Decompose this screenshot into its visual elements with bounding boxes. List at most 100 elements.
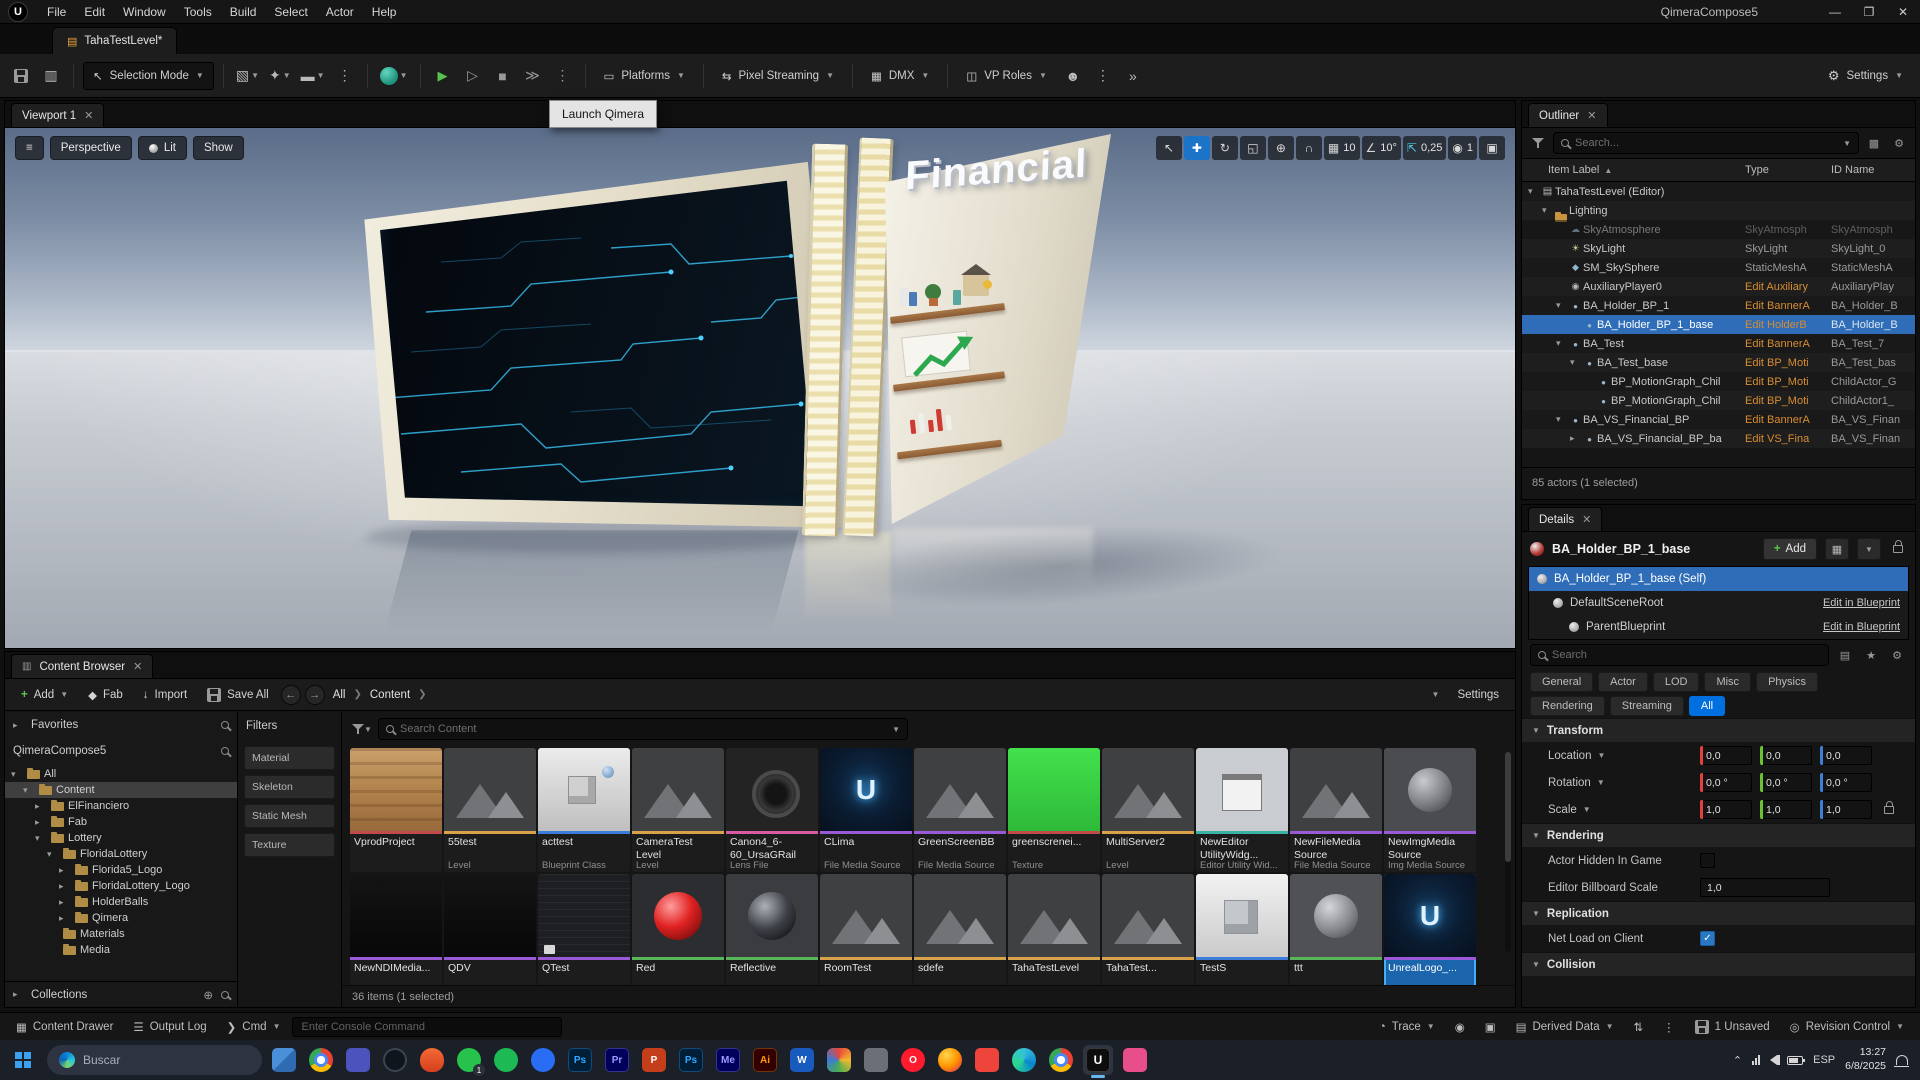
filter-chip[interactable]: Static Mesh	[244, 804, 335, 828]
spotify[interactable]	[491, 1045, 521, 1075]
clock[interactable]: 13:27 6/8/2025	[1845, 1046, 1886, 1073]
asset-tile[interactable]: QDV	[444, 874, 536, 998]
asset-tile[interactable]: NewNDIMedia...	[350, 874, 442, 998]
select-tool-button[interactable]: ↖	[1156, 136, 1182, 160]
expander-icon[interactable]: ▾	[1556, 414, 1568, 425]
show-dropdown[interactable]: Show	[193, 136, 244, 160]
row-type-link[interactable]: SkyAtmosph	[1745, 224, 1831, 236]
maximize-viewport-button[interactable]: ▣	[1479, 136, 1505, 160]
asset-tile[interactable]: TahaTestLevel	[1008, 874, 1100, 998]
asset-tile[interactable]: NewImgMedia Source Img Media Source	[1384, 748, 1476, 872]
y-value-field[interactable]: 1,0	[1760, 800, 1812, 819]
section-expander-icon[interactable]: ▼	[1532, 831, 1540, 840]
toolbar-overflow-icon[interactable]: ⋮	[332, 62, 358, 90]
asset-tile[interactable]: sdefe	[914, 874, 1006, 998]
add-component-button[interactable]: + Add	[1763, 538, 1817, 560]
camera[interactable]	[861, 1045, 891, 1075]
outliner-row[interactable]: ▾ BA_Holder_BP_1 Edit BannerA BA_Holder_…	[1522, 296, 1915, 315]
favorites-star-icon[interactable]: ★	[1861, 645, 1881, 665]
z-value-field[interactable]: 1,0	[1820, 800, 1872, 819]
folder-tree-item[interactable]: ▸ Florida5_Logo	[5, 862, 237, 878]
search-icon[interactable]	[221, 721, 229, 729]
profile-icon[interactable]: ☻	[1060, 62, 1086, 90]
asset-tile[interactable]: ttt	[1290, 874, 1382, 998]
search-icon[interactable]	[221, 747, 229, 755]
component-row[interactable]: BA_Holder_BP_1_base (Self)	[1529, 567, 1908, 591]
maximize-button[interactable]: ❐	[1852, 0, 1886, 24]
folder-tree-item[interactable]: ▾ Content	[5, 782, 237, 798]
search-icon[interactable]	[221, 991, 229, 999]
add-button[interactable]: + Add ▼	[13, 683, 76, 707]
cinematics-button[interactable]: ▬▼	[298, 62, 328, 90]
word[interactable]: W	[787, 1045, 817, 1075]
expander-icon[interactable]: ▾	[1542, 205, 1554, 216]
add-actor-button[interactable]: ▧▼	[233, 62, 262, 90]
viewport-menu-button[interactable]: ≡	[15, 136, 44, 160]
filter-chip[interactable]: Skeleton	[244, 775, 335, 799]
lock-icon[interactable]	[1893, 545, 1903, 553]
firefox[interactable]	[935, 1045, 965, 1075]
blueprint-edit-button[interactable]: ▦	[1825, 538, 1849, 560]
unreal-editor[interactable]: U	[1083, 1045, 1113, 1075]
expander-icon[interactable]: ▾	[47, 849, 59, 860]
details-list-icon[interactable]: ▤	[1835, 645, 1855, 665]
pixel-streaming-dropdown[interactable]: ⇆ Pixel Streaming ▼	[713, 62, 843, 90]
column-id-name[interactable]: ID Name	[1831, 164, 1915, 176]
scale-tool-button[interactable]: ◱	[1240, 136, 1266, 160]
asset-tile[interactable]: VprodProject	[350, 748, 442, 872]
asset-grid-scrollbar[interactable]	[1505, 752, 1511, 952]
output-log-button[interactable]: ☰ Output Log	[125, 1016, 214, 1038]
content-browser-settings-button[interactable]: Settings	[1449, 683, 1507, 707]
language-indicator[interactable]: ESP	[1813, 1054, 1835, 1066]
section-expander-icon[interactable]: ▼	[1532, 726, 1540, 735]
import-button[interactable]: ↓ Import	[135, 683, 195, 707]
asset-tile[interactable]: TestS	[1196, 874, 1288, 998]
launch-qimera-button[interactable]: ▼	[377, 62, 411, 90]
trace-dropdown[interactable]: ◔ Trace ▼	[1371, 1016, 1443, 1038]
expander-icon[interactable]: ▸	[59, 881, 71, 892]
asset-tile[interactable]: NewEditor UtilityWidg... Editor Utility …	[1196, 748, 1288, 872]
folder-tree-item[interactable]: Media	[5, 942, 237, 958]
category-tab[interactable]: General	[1530, 672, 1593, 692]
chrome[interactable]	[306, 1045, 336, 1075]
shazam[interactable]	[528, 1045, 558, 1075]
viewport-scene[interactable]: Financial ≡ Perspective	[5, 128, 1515, 648]
asset-tile[interactable]: Canon4_6-60_UrsaGRail Lens File	[726, 748, 818, 872]
row-type-link[interactable]: StaticMeshA	[1745, 262, 1831, 274]
camera-speed-button[interactable]: ◉ 1	[1448, 136, 1477, 160]
filter-tab[interactable]: All	[1689, 696, 1725, 716]
outliner-column-header[interactable]: Item Label ▲ Type ID Name	[1522, 158, 1915, 182]
outliner-search[interactable]: ▼	[1553, 132, 1859, 154]
row-type-link[interactable]: Edit BannerA	[1745, 414, 1831, 426]
asset-tile[interactable]: MultiServer2 Level	[1102, 748, 1194, 872]
menu-item[interactable]: Build	[221, 0, 266, 24]
rotate-tool-button[interactable]: ↻	[1212, 136, 1238, 160]
expander-icon[interactable]: ▸	[59, 865, 71, 876]
y-value-field[interactable]: 0,0	[1760, 746, 1812, 765]
section-expander-icon[interactable]: ▼	[1532, 909, 1540, 918]
taskbar-search[interactable]	[47, 1045, 262, 1075]
scale-snap-button[interactable]: ⇱ 0,25	[1403, 136, 1446, 160]
expander-icon[interactable]: ▾	[1556, 300, 1568, 311]
x-value-field[interactable]: 0,0 °	[1700, 773, 1752, 792]
z-value-field[interactable]: 0,0 °	[1820, 773, 1872, 792]
asset-tile[interactable]: RoomTest	[820, 874, 912, 998]
filter-chip[interactable]: Texture	[244, 833, 335, 857]
asset-tile[interactable]: acttest Blueprint Class	[538, 748, 630, 872]
status-more-icon[interactable]: ⋮	[1655, 1016, 1683, 1038]
filter-tab[interactable]: Rendering	[1530, 696, 1605, 716]
expander-icon[interactable]: ▸	[35, 801, 47, 812]
outliner-row[interactable]: BA_Holder_BP_1_base Edit HolderB BA_Hold…	[1522, 315, 1915, 334]
insights-icon[interactable]: ◉	[1447, 1016, 1473, 1038]
expander-icon[interactable]: ▾	[35, 833, 47, 844]
menu-item[interactable]: Edit	[75, 0, 114, 24]
x-value-field[interactable]: 0,0	[1700, 746, 1752, 765]
asset-search[interactable]: ▼	[378, 718, 908, 740]
favorites-header[interactable]: ▸ Favorites	[5, 712, 237, 738]
row-type-link[interactable]: Edit BP_Moti	[1745, 376, 1831, 388]
asset-tile[interactable]: UnrealLogo_...	[1384, 874, 1476, 998]
row-type-link[interactable]: Edit BannerA	[1745, 338, 1831, 350]
details-view-options-button[interactable]: ▼	[1857, 538, 1881, 560]
outliner-row[interactable]: ▾ BA_Test Edit BannerA BA_Test_7	[1522, 334, 1915, 353]
level-tab[interactable]: ▤ TahaTestLevel*	[52, 27, 177, 54]
